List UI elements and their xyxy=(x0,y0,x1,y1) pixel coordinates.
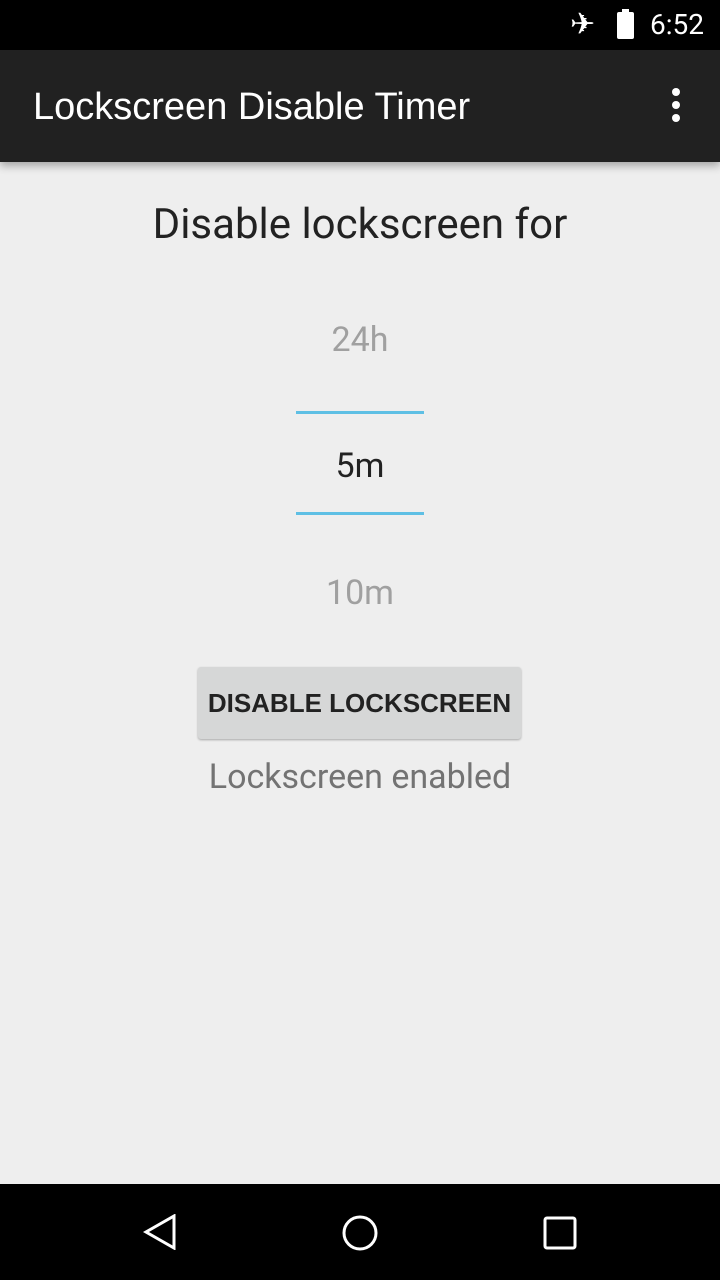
recents-icon[interactable] xyxy=(543,1216,577,1254)
lockscreen-status: Lockscreen enabled xyxy=(208,757,512,797)
disable-lockscreen-button[interactable]: DISABLE LOCKSCREEN xyxy=(198,667,521,739)
picker-selected-option[interactable]: 5m xyxy=(0,446,720,486)
heading: Disable lockscreen for xyxy=(152,200,568,249)
overflow-menu-icon[interactable] xyxy=(670,88,682,124)
app-title: Lockscreen Disable Timer xyxy=(33,86,471,128)
picker-divider-top xyxy=(296,411,424,414)
clock: 6:52 xyxy=(650,8,704,41)
back-icon[interactable] xyxy=(142,1213,178,1254)
picker-divider-bottom xyxy=(296,512,424,515)
app-bar: Lockscreen Disable Timer xyxy=(0,50,720,162)
navigation-bar xyxy=(0,1184,720,1280)
status-bar: ✈ 6:52 xyxy=(0,0,720,50)
home-icon[interactable] xyxy=(341,1214,379,1256)
picker-previous-option[interactable]: 24h xyxy=(0,320,720,360)
airplane-icon: ✈ xyxy=(570,7,596,42)
battery-icon xyxy=(617,9,634,39)
picker-next-option[interactable]: 10m xyxy=(0,573,720,613)
